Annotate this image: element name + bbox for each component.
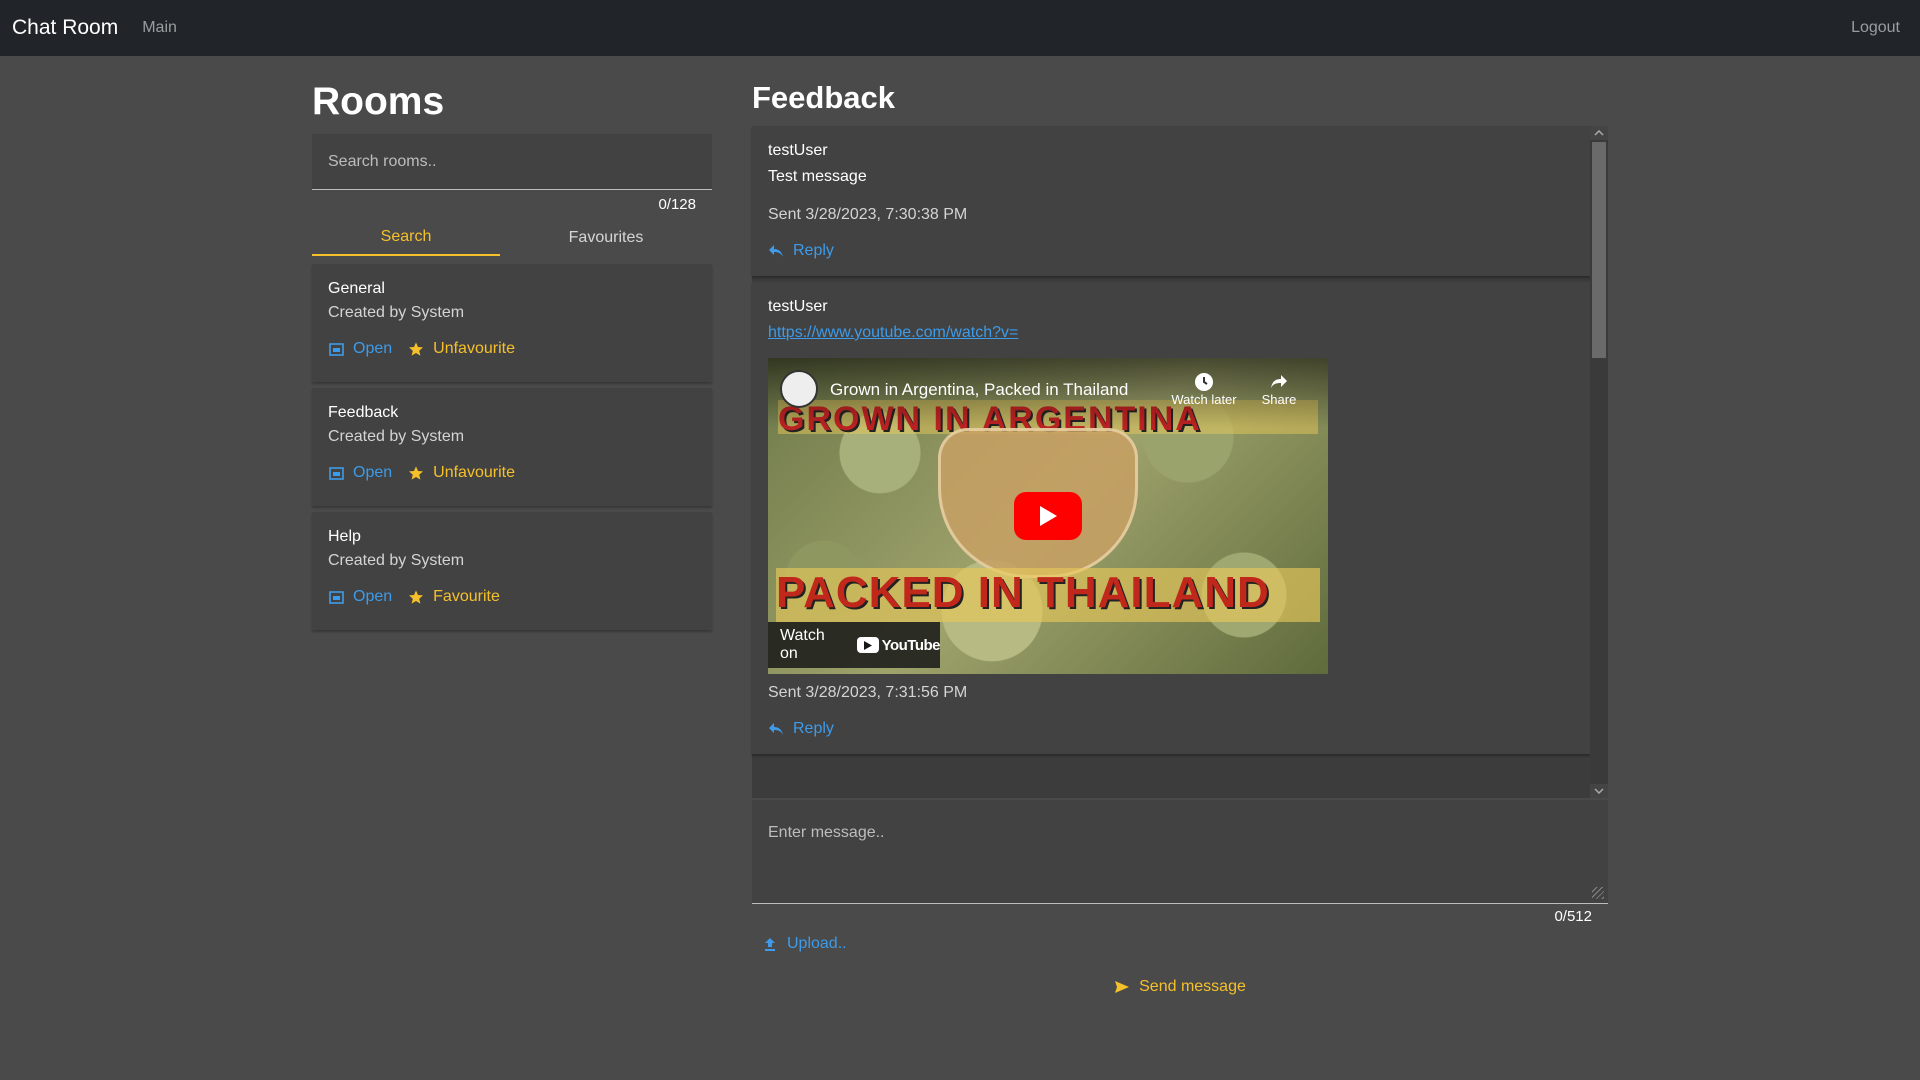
tab-favourites[interactable]: Favourites <box>500 220 712 256</box>
upload-button[interactable]: Upload.. <box>762 935 1608 953</box>
room-creator: Created by System <box>328 428 465 445</box>
favourite-button[interactable]: Favourite <box>408 588 500 606</box>
room-card-help: Help Created by System Open Favourite <box>312 512 712 630</box>
unfavourite-button[interactable]: Unfavourite <box>408 340 515 358</box>
tab-search[interactable]: Search <box>312 220 500 256</box>
room-card-general: General Created by System Open Unfavouri… <box>312 264 712 382</box>
reply-button[interactable]: Reply <box>768 720 1574 738</box>
room-card-feedback: Feedback Created by System Open Unfavour… <box>312 388 712 506</box>
scroll-down-button[interactable] <box>1590 784 1608 798</box>
message-timestamp: Sent 3/28/2023, 7:30:38 PM <box>768 206 968 223</box>
brand-title[interactable]: Chat Room <box>12 16 118 40</box>
video-thumbnail-caption-bottom: PACKED IN THAILAND <box>776 568 1320 622</box>
room-list: General Created by System Open Unfavouri… <box>312 264 712 630</box>
room-name: General <box>328 280 385 297</box>
watch-on-youtube-button[interactable]: Watch on YouTube <box>768 622 941 668</box>
channel-avatar[interactable] <box>780 370 818 408</box>
open-room-button[interactable]: Open <box>328 340 392 358</box>
open-room-icon <box>328 341 344 357</box>
open-room-button[interactable]: Open <box>328 464 392 482</box>
open-room-icon <box>328 589 344 605</box>
nav-main-link[interactable]: Main <box>142 19 177 37</box>
chevron-down-icon <box>1594 788 1604 794</box>
send-icon <box>1114 979 1130 995</box>
message-timestamp: Sent 3/28/2023, 7:31:56 PM <box>768 684 968 701</box>
reply-icon <box>768 721 784 737</box>
play-button[interactable] <box>1014 492 1082 540</box>
message-input[interactable] <box>768 824 1592 880</box>
send-message-button[interactable]: Send message <box>752 978 1608 996</box>
message-composer[interactable] <box>752 800 1608 904</box>
message-author: testUser <box>768 142 828 159</box>
share-button[interactable]: Share <box>1254 372 1304 407</box>
room-creator: Created by System <box>328 304 465 321</box>
chat-panel: Feedback testUser Test message Sent 3/28… <box>752 80 1608 996</box>
room-name: Help <box>328 528 361 545</box>
chat-room-title: Feedback <box>752 80 896 115</box>
rooms-title: Rooms <box>312 80 445 123</box>
navbar: Chat Room Main Logout <box>0 0 1920 56</box>
message-text: Test message <box>768 168 867 185</box>
open-room-icon <box>328 465 344 481</box>
video-title[interactable]: Grown in Argentina, Packed in Thailand <box>830 380 1128 400</box>
watch-later-button[interactable]: Watch later <box>1164 372 1244 407</box>
message-card: testUser https://www.youtube.com/watch?v… <box>752 282 1590 754</box>
reply-button[interactable]: Reply <box>768 242 1574 260</box>
message-author: testUser <box>768 298 828 315</box>
room-search-input[interactable] <box>328 152 688 171</box>
share-icon <box>1254 372 1304 392</box>
youtube-embed[interactable]: GROWN IN ARGENTINA PACKED IN THAILAND Gr… <box>768 358 1328 674</box>
scrollbar-thumb[interactable] <box>1592 142 1606 358</box>
resize-handle[interactable] <box>1592 887 1604 899</box>
message-list[interactable]: testUser Test message Sent 3/28/2023, 7:… <box>752 126 1608 798</box>
message-link[interactable]: https://www.youtube.com/watch?v= <box>768 324 1018 342</box>
room-tabs: Search Favourites <box>312 220 712 256</box>
star-icon <box>408 465 424 481</box>
room-search-counter: 0/128 <box>658 196 696 213</box>
room-creator: Created by System <box>328 552 465 569</box>
chevron-up-icon <box>1594 130 1604 136</box>
star-icon <box>408 589 424 605</box>
message-card: testUser Test message Sent 3/28/2023, 7:… <box>752 126 1590 276</box>
reply-icon <box>768 243 784 259</box>
unfavourite-button[interactable]: Unfavourite <box>408 464 515 482</box>
open-room-button[interactable]: Open <box>328 588 392 606</box>
scroll-up-button[interactable] <box>1590 126 1608 140</box>
upload-icon <box>762 936 778 952</box>
logout-link[interactable]: Logout <box>1851 19 1900 37</box>
star-icon <box>408 341 424 357</box>
message-scrollbar[interactable] <box>1590 126 1608 798</box>
room-name: Feedback <box>328 404 399 421</box>
clock-icon <box>1164 372 1244 392</box>
play-icon <box>1040 506 1057 526</box>
rooms-panel: Rooms 0/128 Search Favourites General Cr… <box>312 80 712 636</box>
message-counter: 0/512 <box>1554 908 1592 925</box>
room-search-field[interactable] <box>312 134 712 190</box>
youtube-logo-icon: YouTube <box>856 637 941 654</box>
